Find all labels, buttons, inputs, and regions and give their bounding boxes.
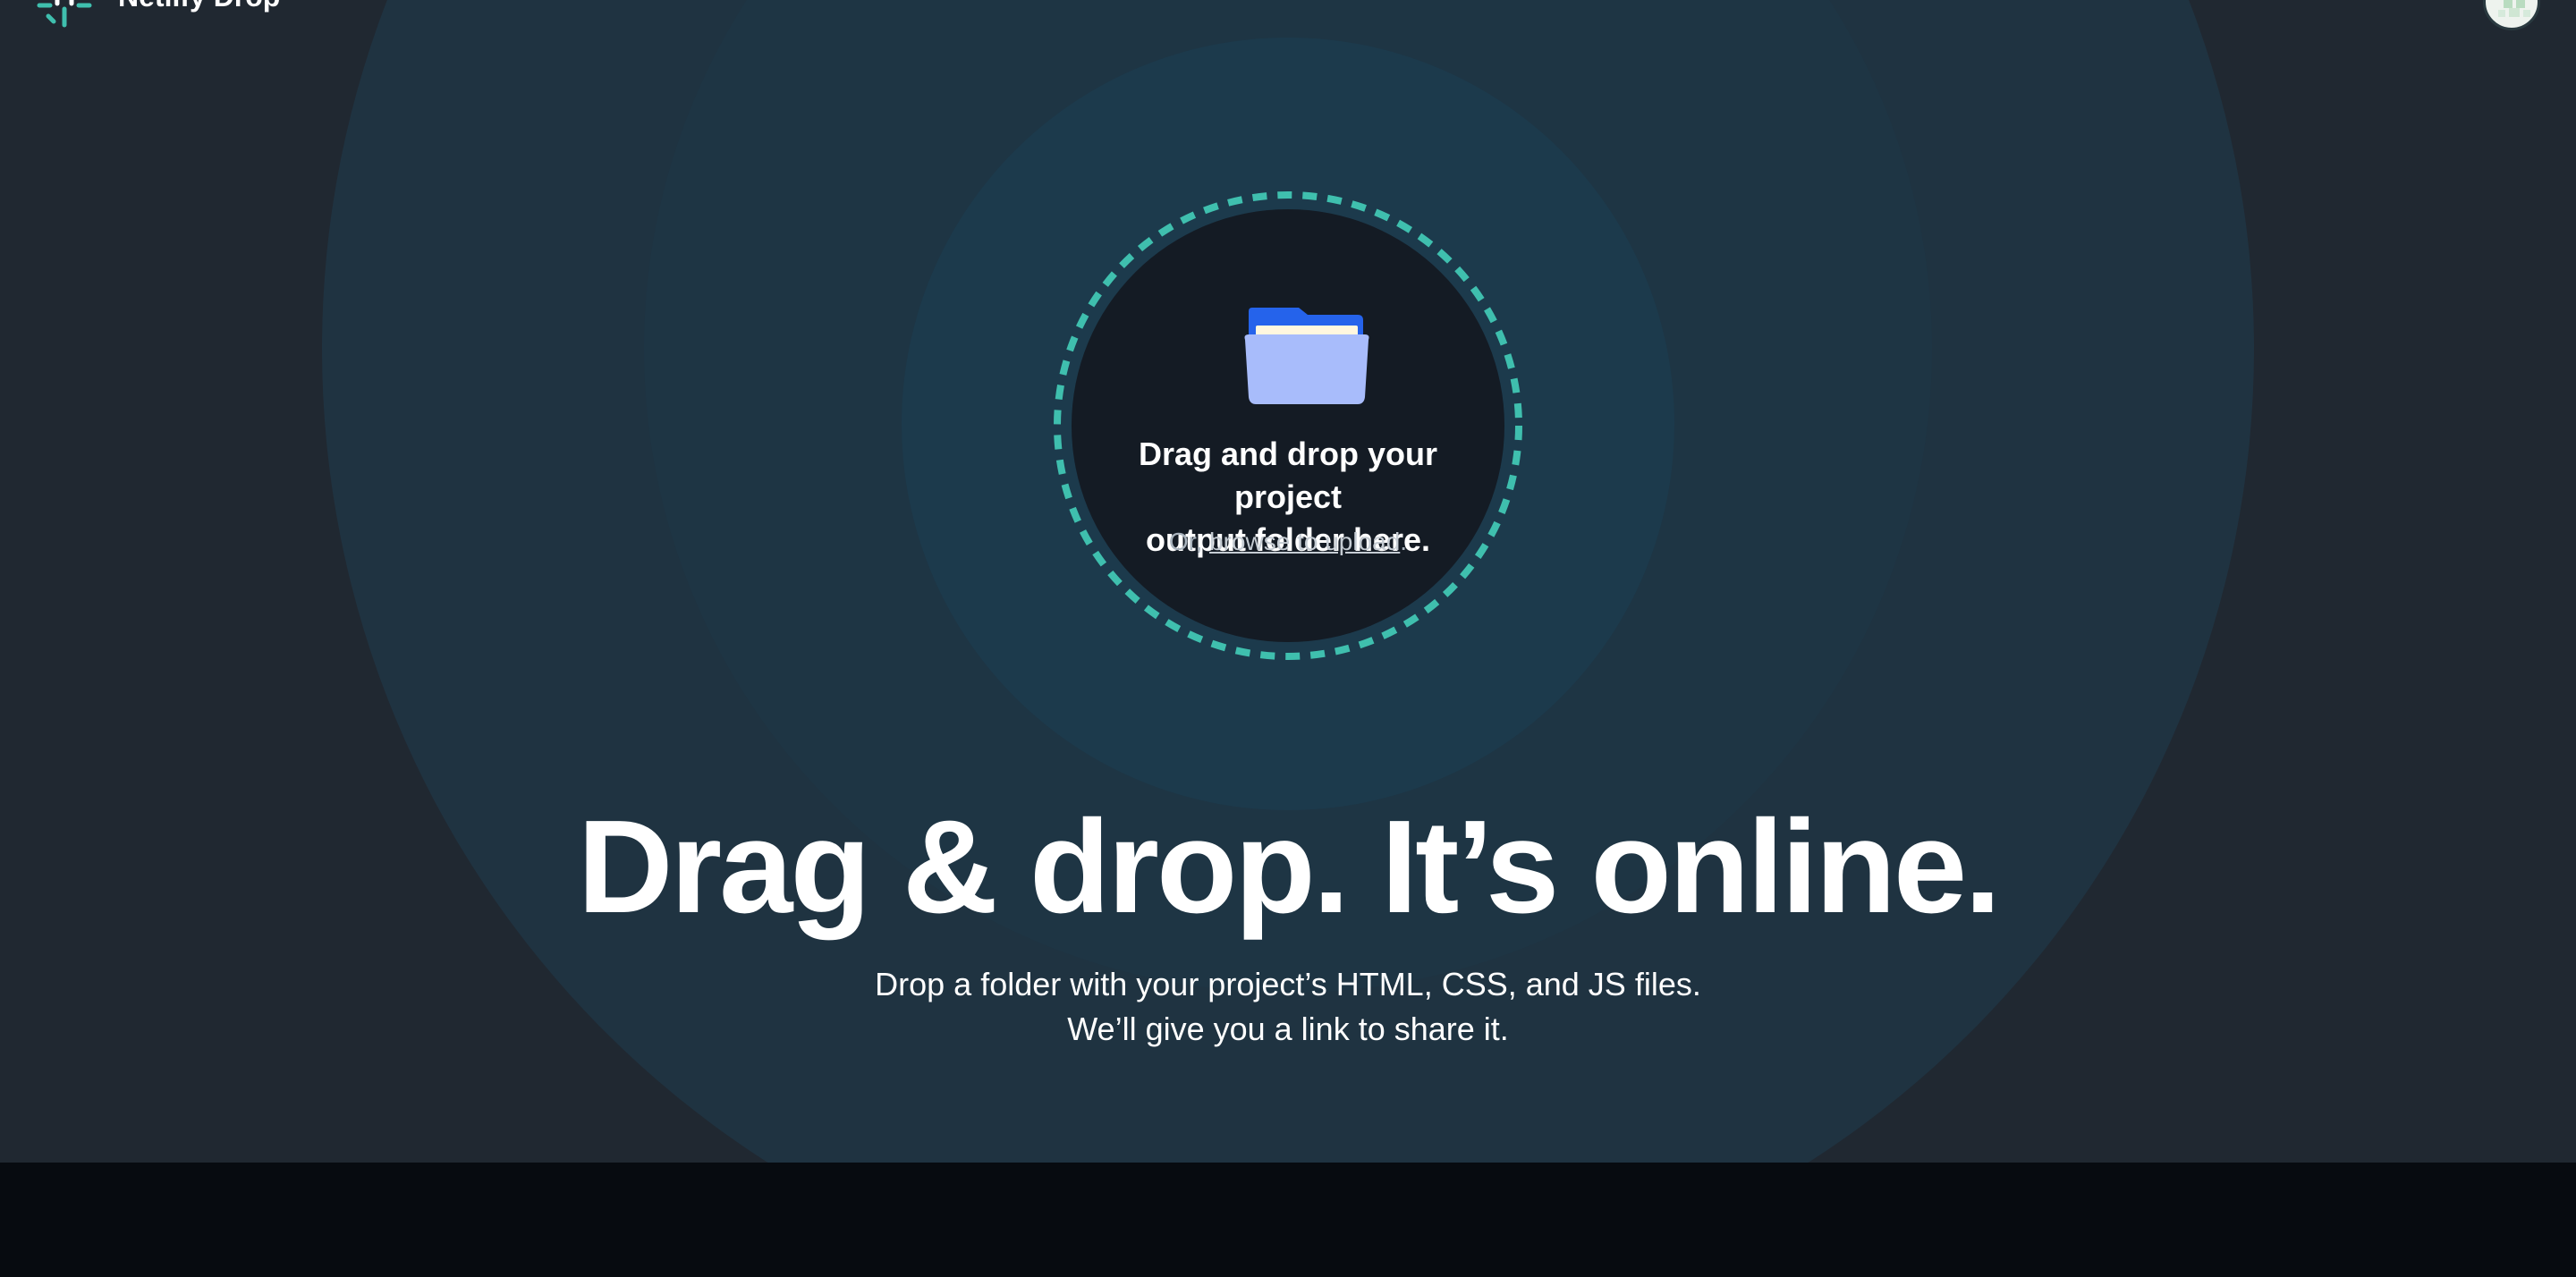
folder-icon [1244,308,1369,404]
drop-zone-inner: Drag and drop your project output folder… [1072,209,1504,642]
footer-bar [0,1163,2576,1277]
drop-zone-title-line1: Drag and drop your project [1138,436,1438,515]
drop-zone-subtext: Or, browse to upload. [1072,528,1504,556]
page-background: Netlify Drop Drag and drop your project [0,0,2576,1163]
user-avatar-icon[interactable] [2483,0,2540,30]
drop-zone[interactable]: Drag and drop your project output folder… [1052,190,1524,662]
drop-zone-sub-prefix: Or, [1168,528,1210,555]
header: Netlify Drop [0,0,2576,36]
hero-subtitle: Drop a folder with your project’s HTML, … [0,962,2576,1052]
hero-title: Drag & drop. It’s online. [577,793,2002,941]
browse-to-upload-link[interactable]: browse to upload [1209,528,1400,555]
hero-subtitle-line1: Drop a folder with your project’s HTML, … [875,966,1701,1002]
drop-zone-sub-suffix: . [1400,528,1408,555]
app-title[interactable]: Netlify Drop [118,0,280,13]
hero-subtitle-line2: We’ll give you a link to share it. [1067,1011,1509,1047]
netlify-logo-icon[interactable] [36,0,93,29]
